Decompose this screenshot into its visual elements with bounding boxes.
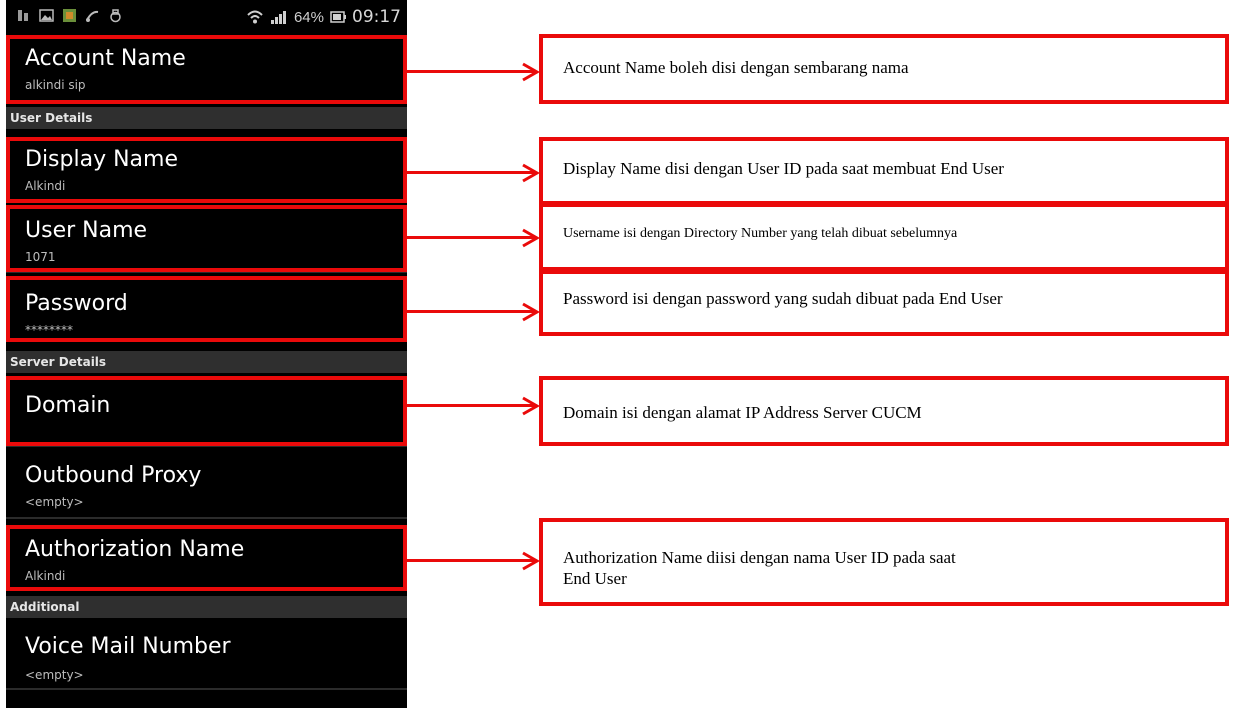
arrow-domain	[407, 396, 540, 416]
callout-text: Username isi dengan Directory Number yan…	[563, 226, 958, 241]
highlight-authorization-name	[6, 525, 407, 591]
section-header-additional: Additional	[6, 596, 407, 618]
callout-text-line-1: Authorization Name diisi dengan nama Use…	[563, 548, 956, 567]
callout-text: Display Name disi dengan User ID pada sa…	[563, 159, 1004, 178]
signal-icon	[270, 11, 286, 24]
status-bar: 64% 09:17	[6, 0, 407, 34]
callout-password: Password isi dengan password yang sudah …	[539, 270, 1229, 336]
callout-text: Domain isi dengan alamat IP Address Serv…	[563, 403, 922, 422]
setting-voice-mail-number[interactable]: Voice Mail Number <empty>	[6, 618, 407, 690]
callout-authorization-name: Authorization Name diisi dengan nama Use…	[539, 518, 1229, 606]
callout-text: Account Name boleh disi dengan sembarang…	[563, 58, 909, 77]
setting-outbound-proxy[interactable]: Outbound Proxy <empty>	[6, 449, 407, 519]
section-header-server-details: Server Details	[6, 351, 407, 373]
app-icon	[63, 9, 76, 22]
callout-text: Password isi dengan password yang sudah …	[563, 289, 1003, 308]
arrow-user-name	[407, 228, 540, 248]
section-label: Additional	[10, 600, 80, 614]
lock-icon	[110, 9, 121, 23]
highlight-user-name	[6, 205, 407, 272]
battery-percent: 64%	[293, 8, 324, 26]
arrow-password	[407, 302, 540, 322]
setting-value: <empty>	[25, 668, 84, 682]
notification-icon	[18, 10, 28, 21]
divider	[6, 688, 407, 690]
phone-screen: 64% 09:17 Account Name alkindi sip User …	[6, 0, 407, 708]
section-header-user-details: User Details	[6, 107, 407, 129]
divider	[6, 517, 407, 519]
network-icon	[86, 10, 99, 22]
setting-title: Outbound Proxy	[25, 463, 202, 488]
arrow-display-name	[407, 163, 540, 183]
highlight-password	[6, 276, 407, 342]
wifi-icon	[247, 10, 263, 24]
highlight-domain	[6, 376, 407, 446]
battery-icon	[330, 11, 346, 23]
setting-title: Voice Mail Number	[25, 634, 231, 659]
highlight-account-name	[6, 35, 407, 104]
arrow-account-name	[407, 62, 540, 82]
callout-user-name: Username isi dengan Directory Number yan…	[539, 203, 1229, 271]
callout-display-name: Display Name disi dengan User ID pada sa…	[539, 137, 1229, 205]
arrow-authorization-name	[407, 551, 540, 571]
callout-account-name: Account Name boleh disi dengan sembarang…	[539, 34, 1229, 104]
section-label: User Details	[10, 111, 93, 125]
image-icon	[39, 9, 54, 22]
highlight-display-name	[6, 137, 407, 203]
callout-text-line-2: End User	[563, 569, 627, 588]
callout-domain: Domain isi dengan alamat IP Address Serv…	[539, 376, 1229, 446]
section-label: Server Details	[10, 355, 107, 369]
clock: 09:17	[352, 7, 401, 27]
setting-value: <empty>	[25, 495, 84, 509]
